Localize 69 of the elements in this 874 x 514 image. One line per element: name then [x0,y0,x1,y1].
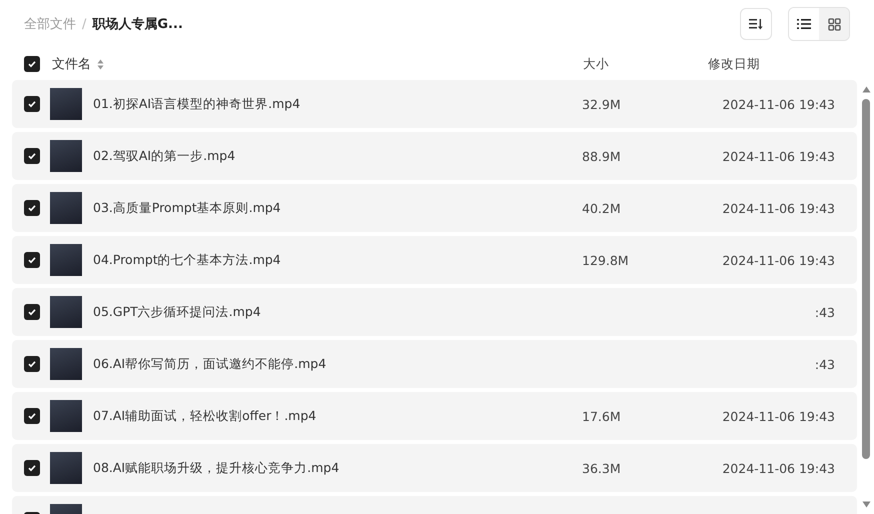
checkbox[interactable] [24,460,40,476]
scroll-down-icon[interactable] [862,501,870,508]
column-header[interactable]: 文件名 [52,55,91,73]
checkbox[interactable] [24,408,40,424]
sort-icon [749,18,763,30]
video-thumbnail [50,244,82,276]
checkbox[interactable] [24,56,40,72]
view-toggle-button[interactable] [819,8,849,40]
file-date: 2024-11-06 19:43 [721,460,835,476]
file-size: 88.9M [582,148,622,164]
file-name: 07.AI辅助面试，轻松收割offer！.mp4 [93,408,318,424]
file-size: 129.8M [582,252,630,268]
file-name: 04.Prompt的七个基本方法.mp4 [93,252,282,268]
checkbox[interactable] [24,148,40,164]
video-thumbnail [50,452,82,484]
file-size: 32.9M [582,96,622,112]
file-row[interactable]: 03.高质量Prompt基本原则.mp4 40.2M 2024-11-06 19:43 [12,184,857,232]
video-thumbnail [50,348,82,380]
file-row[interactable]: 04.Prompt的七个基本方法.mp4 129.8M 2024-11-06 19:43 [12,236,857,284]
file-name: 01.初探AI语言模型的神奇世界.mp4 [93,96,302,112]
file-row[interactable]: 02.驾驭AI的第一步.mp4 88.9M 2024-11-06 19:43 [12,132,857,180]
file-row[interactable]: 07.AI辅助面试，轻松收割offer！.mp4 17.6M 2024-11-06 19:43 [12,392,857,440]
column-header: 修改日期 [708,56,761,72]
file-name: 06.AI帮你写简历，面试邀约不能停.mp4 [93,356,328,372]
file-row[interactable]: 01.初探AI语言模型的神奇世界.mp4 32.9M 2024-11-06 19:43 [12,80,857,128]
file-date: 2024-11-06 19:43 [721,200,835,216]
file-date: 2024-11-06 19:43 [721,408,835,424]
file-size: 40.2M [582,200,622,216]
video-thumbnail [50,296,82,328]
file-date: :43 [814,356,835,372]
checkbox[interactable] [24,252,40,268]
checkbox[interactable] [24,356,40,372]
video-thumbnail [50,192,82,224]
video-thumbnail [50,140,82,172]
breadcrumb-separator: / [82,16,86,32]
file-name: 08.AI赋能职场升级，提升核心竞争力.mp4 [93,460,340,476]
checkmark-icon [27,99,37,109]
scroll-up-icon[interactable] [862,86,870,93]
list-view-icon [797,18,811,30]
checkbox[interactable] [24,304,40,320]
file-date: :43 [814,304,835,320]
file-row[interactable]: 06.AI帮你写简历，面试邀约不能停.mp4 :43 [12,340,857,388]
checkmark-icon [27,59,37,69]
file-date: 2024-11-06 19:43 [721,148,835,164]
file-row[interactable]: 08.AI赋能职场升级，提升核心竞争力.mp4 36.3M 2024-11-06 19:43 [12,444,857,492]
checkmark-icon [27,151,37,161]
video-thumbnail [50,400,82,432]
checkmark-icon [27,307,37,317]
column-header: 大小 [582,56,610,72]
grid-view-icon [828,18,840,30]
sort-arrows-icon[interactable] [97,58,104,70]
checkbox[interactable] [24,96,40,112]
file-size: 17.6M [582,408,622,424]
file-name: 02.驾驭AI的第一步.mp4 [93,148,236,164]
file-date: 2024-11-06 19:43 [721,96,835,112]
file-date: 2024-11-06 19:43 [721,252,835,268]
scrollbar-thumb[interactable] [862,99,870,459]
file-row[interactable]: 05.GPT六步循环提问法.mp4 :43 [12,288,857,336]
checkmark-icon [27,255,37,265]
file-name: 03.高质量Prompt基本原则.mp4 [93,200,282,216]
sort-button[interactable] [740,8,772,40]
checkmark-icon [27,359,37,369]
file-name: 05.GPT六步循环提问法.mp4 [93,304,262,320]
video-thumbnail [50,88,82,120]
checkbox[interactable] [24,200,40,216]
checkmark-icon [27,463,37,473]
file-size: 36.3M [582,460,622,476]
checkmark-icon [27,203,37,213]
checkmark-icon [27,411,37,421]
